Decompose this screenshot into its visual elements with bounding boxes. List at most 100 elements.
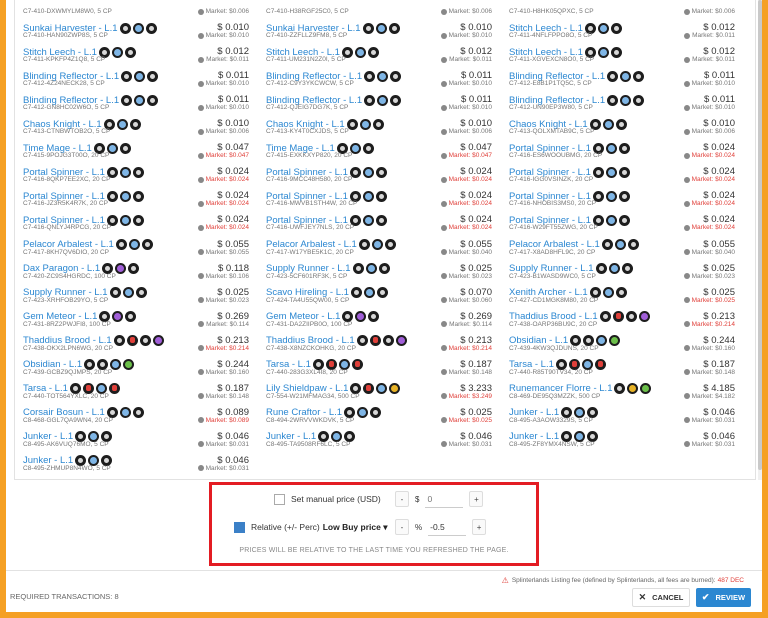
card-row[interactable]: Chaos Knight - L.1 C7-413-KY4T0CXJDS, 5 C… [260,113,492,137]
card-uid: C7-440-TOT564YXLC, 20 CP [23,392,109,400]
card-row[interactable]: Portal Spinner - L.1 C7-416-NHOBIS3MS0, 2… [503,185,735,209]
relative-price-input[interactable] [428,518,467,536]
card-row[interactable]: Pelacor Arbalest - L.1 C7-417-W17YBE5K1C,… [260,234,492,258]
market-price: Market: $0.106 [197,273,249,280]
card-row[interactable]: Supply Runner - L.1 C7-423-B1WASD9WC0, 5 … [503,258,735,282]
blue-ability-icon [608,263,620,275]
card-row[interactable]: Lily Shieldpaw - L.1 C7-554-W21MFMAG34, 5… [260,378,492,402]
scrollbar-thumb[interactable] [758,0,762,470]
card-row[interactable]: Portal Spinner - L.1 C7-416-UWFJEY7NLS, 2… [260,209,492,233]
card-list[interactable]: C7-410-DXWMYLM8W0, 5 CP Market: $0.006 Sun… [14,0,756,480]
card-row[interactable]: Rune Craftor - L.1 C8-494-2WRVVWKDVK, 5 C… [260,402,492,426]
review-button[interactable]: ✔ REVIEW [696,588,751,607]
card-row[interactable]: Runemancer Florre - L.1 C8-469-DE95Q3MZZK… [503,378,735,402]
card-row[interactable]: Sunkai Harvester - L.1 C7-410-ZZFLLZ9FM8,… [260,17,492,41]
card-row[interactable]: Portal Spinner - L.1 C7-416-IGG0VSINZK, 2… [503,161,735,185]
card-row[interactable]: Gem Meteor - L.1 C7-431-DA2ZIIPB0O, 100 C… [260,306,492,330]
manual-price-option[interactable]: Set manual price (USD) [274,489,381,509]
market-price-value: Market: $0.040 [691,248,735,256]
relative-base-select[interactable]: Low Buy price ▾ [323,522,388,533]
manual-price-input[interactable] [425,490,464,508]
market-price-value: Market: $0.114 [449,320,492,328]
dark-ability-icon [125,311,137,323]
card-row[interactable]: Chaos Knight - L.1 C7-413-QOLXMTAB9C, 5 C… [503,113,735,137]
card-row[interactable]: C7-410-H38RGF25C0, 5 CP Market: $0.006 [260,0,492,17]
card-row[interactable]: Portal Spinner - L.1 C7-416-W29FT55ZWG, 2… [503,209,735,233]
card-row[interactable]: Supply Runner - L.1 C7-423-5CF601RF3K, 5 … [260,258,492,282]
market-price: Market: $0.031 [683,417,735,424]
card-row[interactable]: Sunkai Harvester - L.1 C7-410-HAN90ZWP8S,… [17,17,249,41]
market-price-value: Market: $0.024 [691,152,735,160]
card-row[interactable]: Blinding Reflector - L.1 C7-412-QJEIG7DG7… [260,89,492,113]
card-row[interactable]: Obsidian - L.1 C7-439-GCBZ9QJMPS, 20 CP $ … [17,354,249,378]
dark-ability-icon [595,263,607,275]
card-uid: C7-554-W21MFMAG34, 500 CP [266,392,360,400]
card-row[interactable]: Stitch Leech - L.1 C7-411-XGVEXCN8O0, 5 C… [503,41,735,65]
info-icon [197,224,204,231]
card-row[interactable]: Pelacor Arbalest - L.1 C7-417-X8AD8HFL9C,… [503,234,735,258]
manual-decrement-button[interactable]: - [395,491,409,507]
red-ability-icon [594,359,606,371]
card-row[interactable]: Portal Spinner - L.1 C7-416-MWVB1STH4W, 2… [260,185,492,209]
card-row[interactable]: C7-410-DXWMYLM8W0, 5 CP Market: $0.006 [17,0,249,17]
card-row[interactable]: Junker - L.1 C8-495-A3AOW3329S, 5 CP $ 0.0… [503,402,735,426]
card-row[interactable]: Portal Spinner - L.1 C7-416-8QKP7EE2XC, 2… [17,161,249,185]
card-row[interactable]: Scavo Hireling - L.1 C7-424-TA4U55QW00, 5… [260,282,492,306]
card-row[interactable]: Stitch Leech - L.1 C7-411-4NFLFPPO8O, 5 C… [503,17,735,41]
card-row[interactable]: Portal Spinner - L.1 C7-416-9MCC48H580, 2… [260,161,492,185]
market-price-value: Market: $0.089 [205,416,249,424]
card-row[interactable]: Tarsa - L.1 C7-440-TOT564YXLC, 20 CP $ 0.1… [17,378,249,402]
cancel-button[interactable]: ✕ CANCEL [632,588,690,607]
relative-price-stepper: - % + [395,517,487,537]
relative-price-option[interactable]: Relative (+/- Perc) Low Buy price ▾ [234,517,387,537]
card-row[interactable]: Junker - L.1 C8-495-TA9508RF6LC, 5 CP $ 0.… [260,426,492,450]
card-row[interactable]: Thaddius Brood - L.1 C7-438-OKX2LPN6WG, 2… [17,330,249,354]
card-row[interactable]: Junker - L.1 C8-495-ZHMUP8N4WO, 5 CP $ 0.0… [17,450,249,474]
card-row[interactable]: Blinding Reflector - L.1 C7-412-UN90EP3W8… [503,89,735,113]
relative-decrement-button[interactable]: - [395,519,409,535]
card-row[interactable]: Tarsa - L.1 C7-440-R85T90TV34, 20 CP $ 0.1… [503,354,735,378]
market-price: Market: $0.160 [683,345,735,352]
card-row[interactable]: Pelacor Arbalest - L.1 C7-417-8KH7QV6DIO,… [17,234,249,258]
card-row[interactable]: Stitch Leech - L.1 C7-411-UM231N2Z0I, 5 C… [260,41,492,65]
info-icon [197,465,204,472]
card-row[interactable]: Time Mage - L.1 C7-415-EXKKXYP820, 20 CP $… [260,137,492,161]
card-row[interactable]: Blinding Reflector - L.1 C7-412-C9Y3YKCWC… [260,65,492,89]
market-price: Market: $0.040 [683,248,735,256]
card-row[interactable]: Portal Spinner - L.1 C7-416-QNLYJ4RPCG, 2… [17,209,249,233]
info-icon [683,128,690,135]
card-row[interactable]: Thaddius Brood - L.1 C7-438-X8NZCKOHKG, 2… [260,330,492,354]
card-row[interactable]: Xenith Archer - L.1 C7-427-CD1MGK8M80, 20… [503,282,735,306]
card-row[interactable]: Thaddius Brood - L.1 C7-438-OARP36BU9C, 2… [503,306,735,330]
card-row[interactable]: Junker - L.1 C8-495-AK6VUQ76MO, 5 CP $ 0.0… [17,426,249,450]
info-icon [684,56,691,63]
card-row[interactable]: Blinding Reflector - L.1 C7-412-GN8HC02W6… [17,89,249,113]
blue-ability-icon [605,190,617,202]
card-row[interactable]: C7-410-H8HK05QPXC, 5 CP Market: $0.006 [503,0,735,17]
relative-price-checkbox[interactable] [234,521,245,533]
card-row[interactable]: Blinding Reflector - L.1 C7-412-E8B1P1TQ5… [503,65,735,89]
market-price-value: Market: $0.006 [205,8,249,15]
card-row[interactable]: Blinding Reflector - L.1 C7-412-4Z24NECK2… [17,65,249,89]
card-uid: C7-417-X8AD8HFL9C, 20 CP [509,248,596,256]
manual-price-checkbox[interactable] [274,493,285,505]
blue-ability-icon [597,22,609,34]
card-row[interactable]: Portal Spinner - L.1 C7-416-ES6WOOUBMG, 2… [503,137,735,161]
manual-increment-button[interactable]: + [469,491,484,507]
info-icon [197,369,204,376]
card-row[interactable]: Obsidian - L.1 C7-439-4KW3QJDUNS, 20 CP $ … [503,330,735,354]
market-price-value: Market: $0.214 [448,344,492,352]
card-row[interactable]: Gem Meteor - L.1 C7-431-8RZ2PWJFI8, 100 C… [17,306,249,330]
card-row[interactable]: Portal Spinner - L.1 C7-416-JZ3R5K4R7K, 2… [17,185,249,209]
card-row[interactable]: Corsair Bosun - L.1 C8-468-GGL7QA9WN4, 20… [17,402,249,426]
card-row[interactable]: Supply Runner - L.1 C7-423-XRHFOB29YO, 5 … [17,282,249,306]
card-row[interactable]: Chaos Knight - L.1 C7-413-CTNBWTOB2O, 5 C… [17,113,249,137]
dark-ability-icon [625,311,637,323]
card-row[interactable]: Stitch Leech - L.1 C7-411-KPKFP4Z1Q8, 5 C… [17,41,249,65]
gold-ability-icon [389,383,401,395]
relative-increment-button[interactable]: + [472,519,487,535]
card-row[interactable]: Dax Paragon - L.1 C7-420-ZC9S4HGRDC, 100 … [17,258,249,282]
card-row[interactable]: Junker - L.1 C8-495-ZF8YMX4NSW, 5 CP $ 0.0… [503,426,735,450]
card-row[interactable]: Time Mage - L.1 C7-415-9POJG3T00O, 20 CP $… [17,137,249,161]
card-row[interactable]: Tarsa - L.1 C7-440-283G3XL4I8, 20 CP $ 0.1… [260,354,492,378]
